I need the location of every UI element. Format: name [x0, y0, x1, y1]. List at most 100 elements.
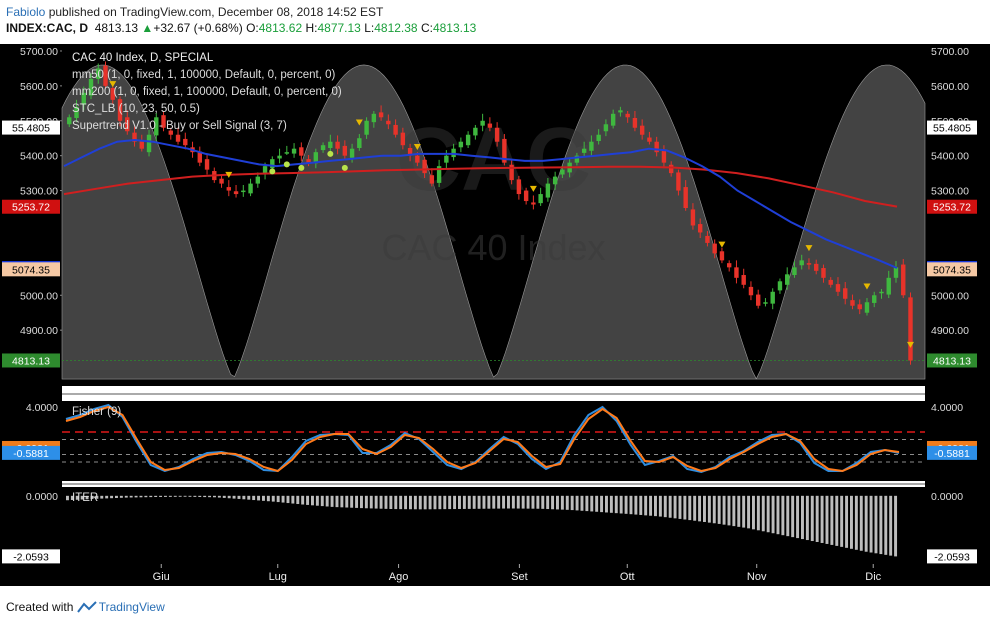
iter-bar	[369, 495, 373, 509]
candle-body	[299, 147, 304, 156]
iter-bar	[448, 495, 452, 510]
iter-label-right: -2.0593	[934, 551, 970, 563]
fisher-label-left: -0.5881	[13, 448, 49, 460]
iter-bar	[193, 495, 197, 497]
iter-bar	[232, 495, 236, 499]
iter-bar	[222, 495, 226, 498]
y-tick-right: 5000.00	[931, 290, 969, 302]
iter-bar	[859, 495, 863, 551]
iter-bar	[634, 495, 638, 515]
iter-bar	[428, 495, 432, 510]
iter-bar	[252, 495, 256, 501]
candle-body	[233, 191, 239, 195]
iter-bar	[546, 495, 550, 510]
iter-bar	[497, 495, 501, 509]
fisher-label-right: -0.5881	[934, 448, 970, 460]
tradingview-link[interactable]: TradingView	[99, 600, 165, 614]
iter-bar	[374, 495, 378, 509]
iter-bar	[213, 495, 216, 498]
iter-bar	[707, 495, 711, 523]
fisher-tick-left: 4.0000	[26, 402, 58, 414]
price-label-right: 5253.72	[933, 202, 971, 214]
last-price: 4813.13	[94, 21, 139, 35]
y-tick-right: 4900.00	[931, 325, 969, 337]
candle-body	[67, 117, 72, 125]
iter-bar	[159, 495, 163, 497]
candle-body	[879, 291, 884, 294]
iter-bar	[242, 495, 246, 500]
iter-bar	[531, 495, 535, 509]
buy-signal-marker	[298, 164, 305, 171]
iter-bar	[208, 495, 212, 498]
iter-bar	[585, 495, 589, 512]
chart-area[interactable]: CAC CAC 40 Index CAC 40 Index, D, SPECIAL m…	[0, 40, 990, 590]
iter-bar	[262, 495, 265, 501]
iter-bar	[315, 495, 319, 506]
iter-bar	[409, 495, 412, 510]
y-tick-right: 5400.00	[931, 151, 969, 163]
iter-bar	[722, 495, 726, 525]
price-label-left: 5074.35	[12, 264, 50, 276]
footer: Created with TradingView	[6, 600, 165, 614]
candle-body	[821, 268, 826, 278]
iter-bar	[678, 495, 682, 519]
candle-body	[690, 209, 696, 226]
iter-bar	[237, 495, 241, 499]
iter-bar	[688, 495, 692, 521]
y-tick-left: 5300.00	[20, 186, 58, 198]
y-tick-right: 5600.00	[931, 81, 969, 93]
iter-bar	[854, 495, 858, 550]
candle-body	[415, 155, 420, 163]
author-link[interactable]: Fabiolo	[6, 5, 45, 19]
candle-body	[357, 138, 362, 148]
candle-body	[799, 260, 804, 266]
candle-body	[589, 141, 594, 151]
iter-tick-right: 0.0000	[931, 491, 963, 503]
iter-bar	[732, 495, 736, 527]
candle-body	[320, 145, 326, 151]
iter-bar	[330, 495, 334, 507]
candle-body	[668, 164, 674, 174]
x-tick-label: Ott	[620, 571, 635, 583]
iter-bar	[320, 495, 324, 507]
iter-bar	[766, 495, 770, 533]
iter-bar	[752, 495, 755, 530]
candle-body	[364, 120, 369, 135]
chart-svg[interactable]: CACCAC 40 IndexCAC 40 Index, D, SPECIALm…	[0, 40, 990, 590]
legend-item: STC_LB (10, 23, 50, 0.5)	[72, 103, 200, 115]
price-label-right: 4813.13	[933, 355, 971, 367]
iter-bar	[154, 495, 158, 498]
legend-item: mm50 (1, 0, fixed, 1, 100000, Default, 0…	[72, 69, 336, 81]
iter-bar	[119, 495, 123, 498]
iter-bar	[658, 495, 662, 517]
iter-bar	[399, 495, 403, 510]
iter-bar	[286, 495, 290, 504]
candle-body	[806, 263, 812, 265]
candle-body	[770, 291, 775, 304]
close-label: C:	[420, 21, 433, 35]
candle-body	[516, 179, 522, 195]
iter-bar	[453, 495, 457, 510]
price-pane-title: CAC 40 Index, D, SPECIAL	[72, 52, 214, 64]
iter-bar	[350, 495, 354, 508]
candle-body	[872, 295, 877, 303]
candle-body	[538, 194, 543, 204]
y-tick-left: 5000.00	[20, 290, 58, 302]
candle-body	[654, 141, 659, 153]
candle-body	[255, 176, 261, 184]
candle-body	[610, 113, 616, 126]
iter-bar	[845, 495, 849, 548]
iter-bar	[712, 495, 716, 524]
open-label: O:	[246, 21, 259, 35]
candle-body	[494, 127, 500, 142]
candle-body	[277, 155, 282, 159]
ohlc-line: INDEX:CAC, D 4813.13 ▲+32.67 (+0.68%) O:…	[6, 21, 476, 35]
iter-bar	[139, 495, 143, 498]
iter-bar	[894, 495, 898, 557]
x-tick-label: Giu	[153, 571, 170, 583]
iter-bar	[560, 495, 564, 510]
iter-bar	[423, 495, 427, 510]
candle-body	[451, 148, 456, 158]
iter-bar	[619, 495, 623, 514]
iter-bar	[335, 495, 339, 508]
